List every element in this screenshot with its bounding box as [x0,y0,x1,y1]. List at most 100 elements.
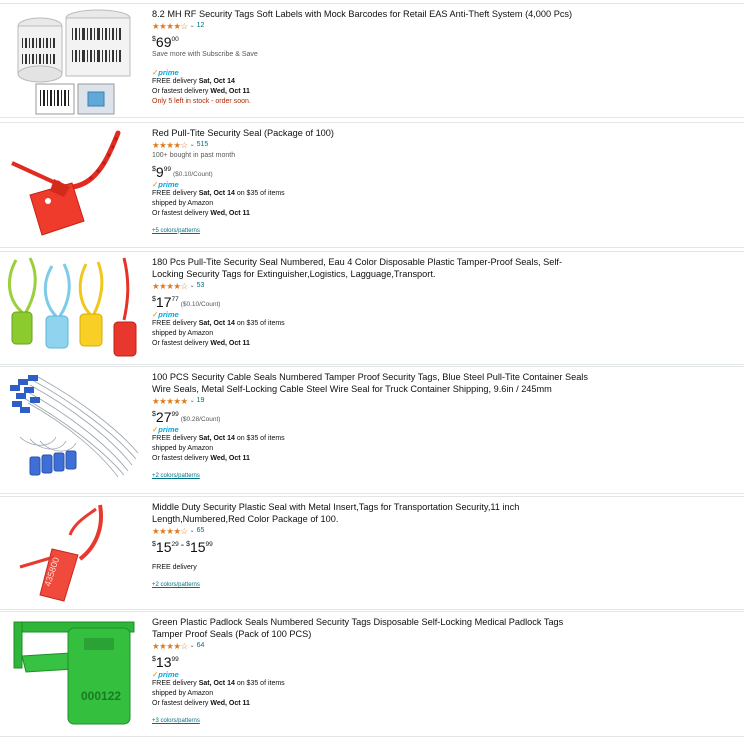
result-info: Green Plastic Padlock Seals Numbered Sec… [152,616,738,726]
result-card: 000122 Green Plastic Padlock Seals Numbe… [0,611,744,737]
star-rating-icon: ★★★★☆ [152,641,188,652]
delivery-info: FREE delivery Sat, Oct 14 on $35 of item… [152,189,285,197]
review-count[interactable]: 19 [197,396,205,407]
star-rating-icon: ★★★★☆ [152,140,188,151]
review-count[interactable]: 12 [197,21,205,32]
product-image[interactable] [0,4,147,117]
product-image[interactable]: 000122 [0,612,147,736]
red-pull-seal-icon [0,123,147,247]
more-colors-link[interactable]: +2 colors/patterns [152,472,738,481]
result-card: 100 PCS Security Cable Seals Numbered Ta… [0,366,744,494]
unit-price: ($0.28/Count) [180,416,221,423]
delivery-info: FREE delivery Sat, Oct 14 [152,78,235,85]
more-colors-link[interactable]: +2 colors/patterns [152,581,738,590]
green-padlock-seal-icon: 000122 [0,612,147,736]
price: $ 15 29 [152,539,179,555]
subscribe-save-text: Save more with Subscribe & Save [152,51,258,58]
price-row[interactable]: $ 9 99 ($0.10/Count) [152,164,738,180]
price-row[interactable]: $ 17 77 ($0.10/Count) [152,294,738,310]
product-image[interactable] [0,123,147,247]
star-rating-icon: ★★★★☆ [152,281,188,292]
product-title[interactable]: Green Plastic Padlock Seals Numbered Sec… [152,616,592,640]
rating-row[interactable]: ★★★★☆ ⌄ 64 [152,641,738,652]
review-count[interactable]: 53 [197,281,205,292]
rating-row[interactable]: ★★★★☆ ⌄ 12 [152,21,738,32]
fastest-delivery: Or fastest delivery Wed, Oct 11 [152,209,250,217]
result-card: 8.2 MH RF Security Tags Soft Labels with… [0,3,744,118]
delivery-info: FREE delivery Sat, Oct 14 on $35 of item… [152,320,285,327]
product-title[interactable]: Middle Duty Security Plastic Seal with M… [152,501,592,525]
chevron-down-icon: ⌄ [189,398,195,405]
blue-cable-seals-icon [0,367,147,493]
chevron-down-icon: ⌄ [189,643,195,650]
product-title[interactable]: 8.2 MH RF Security Tags Soft Labels with… [152,8,592,20]
result-card: 435800 Middle Duty Security Plastic Seal… [0,496,744,610]
price-high: $ 15 99 [186,539,213,555]
unit-price: ($0.10/Count) [180,301,221,308]
chevron-down-icon: ⌄ [189,528,195,535]
rating-row[interactable]: ★★★★☆ ⌄ 65 [152,526,738,537]
result-card: Red Pull-Tite Security Seal (Package of … [0,122,744,248]
product-image[interactable] [0,367,147,493]
prime-badge: ✓prime [152,425,179,434]
result-info: 100 PCS Security Cable Seals Numbered Ta… [152,371,738,481]
product-image[interactable]: 435800 [0,497,147,609]
chevron-down-icon: ⌄ [189,142,195,149]
result-card: 180 Pcs Pull-Tite Security Seal Numbered… [0,251,744,365]
search-results-list: 8.2 MH RF Security Tags Soft Labels with… [0,0,747,737]
rating-row[interactable]: ★★★★★ ⌄ 19 [152,396,738,407]
fastest-delivery: Or fastest delivery Wed, Oct 11 [152,455,250,462]
price-row[interactable]: $ 15 29 - $ 15 99 [152,539,738,555]
price: $ 9 99 [152,163,171,180]
seal-number-text: 000122 [81,689,121,703]
shipped-by: shipped by Amazon [152,690,214,697]
prime-badge: ✓prime [152,68,179,77]
result-info: 180 Pcs Pull-Tite Security Seal Numbered… [152,256,738,349]
bought-count: 100+ bought in past month [152,152,236,159]
stock-warning: Only 5 left in stock - order soon. [152,98,251,105]
product-title[interactable]: Red Pull-Tite Security Seal (Package of … [152,127,592,139]
delivery-info: FREE delivery Sat, Oct 14 on $35 of item… [152,435,285,442]
more-colors-link[interactable]: +3 colors/patterns [152,717,738,726]
product-image[interactable] [0,252,147,364]
rf-label-rolls-icon [0,4,147,117]
delivery-info: FREE delivery Sat, Oct 14 on $35 of item… [152,680,285,687]
result-info: Red Pull-Tite Security Seal (Package of … [152,127,738,236]
fastest-delivery: Or fastest delivery Wed, Oct 11 [152,340,250,347]
result-info: 8.2 MH RF Security Tags Soft Labels with… [152,8,738,107]
chevron-down-icon: ⌄ [189,23,195,30]
review-count[interactable]: 64 [197,641,205,652]
unit-price: ($0.10/Count) [172,170,213,178]
red-metal-insert-seal-icon: 435800 [0,497,147,609]
prime-badge: ✓prime [152,670,179,679]
star-rating-icon: ★★★★★ [152,396,188,407]
star-rating-icon: ★★★★☆ [152,21,188,32]
result-info: Middle Duty Security Plastic Seal with M… [152,501,738,590]
prime-badge: ✓prime [152,310,179,319]
fastest-delivery: Or fastest delivery Wed, Oct 11 [152,88,250,95]
price: $ 69 00 [152,34,179,50]
review-count[interactable]: 515 [197,140,209,151]
review-count[interactable]: 65 [197,526,205,537]
chevron-down-icon: ⌄ [189,283,195,290]
more-colors-link[interactable]: +5 colors/patterns [152,227,738,236]
fastest-delivery: Or fastest delivery Wed, Oct 11 [152,700,250,707]
shipped-by: shipped by Amazon [152,330,214,337]
product-title[interactable]: 180 Pcs Pull-Tite Security Seal Numbered… [152,256,592,280]
price: $ 13 99 [152,654,179,670]
product-title[interactable]: 100 PCS Security Cable Seals Numbered Ta… [152,371,592,395]
price-range-separator: - [180,540,185,551]
price-row[interactable]: $ 13 99 [152,654,738,670]
price: $ 17 77 [152,294,179,310]
price-row[interactable]: $ 69 00 [152,34,738,50]
shipped-by: shipped by Amazon [152,199,214,207]
rating-row[interactable]: ★★★★☆ ⌄ 515 [152,140,738,151]
price-row[interactable]: $ 27 99 ($0.28/Count) [152,409,738,425]
star-rating-icon: ★★★★☆ [152,526,188,537]
rating-row[interactable]: ★★★★☆ ⌄ 53 [152,281,738,292]
prime-badge: ✓prime [152,179,179,189]
delivery-info: FREE delivery [152,564,197,571]
four-color-seals-icon [0,252,147,364]
price: $ 27 99 [152,409,179,425]
shipped-by: shipped by Amazon [152,445,214,452]
